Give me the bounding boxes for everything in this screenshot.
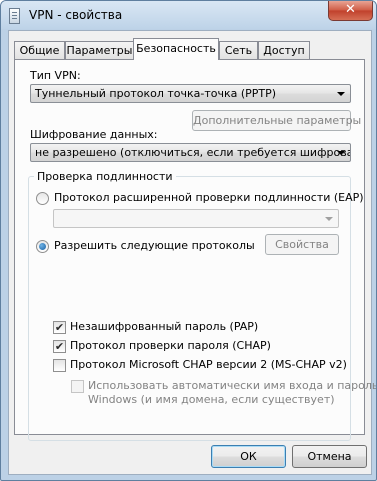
window-title: VPN - свойства	[29, 8, 123, 22]
title-bar[interactable]: VPN - свойства ✕	[1, 1, 376, 29]
encryption-select[interactable]: не разрешено (отключиться, если требуетс…	[30, 143, 351, 162]
chevron-down-icon	[337, 151, 345, 155]
dialog-window: VPN - свойства ✕ Общие Параметры Безопас…	[0, 0, 377, 481]
encryption-value: не разрешено (отключиться, если требуетс…	[35, 146, 351, 159]
eap-method-select[interactable]	[53, 209, 339, 228]
tab-options[interactable]: Параметры	[65, 41, 134, 59]
chevron-down-icon	[325, 217, 333, 221]
properties-button[interactable]: Свойства	[265, 234, 339, 255]
mschap-v2-label[interactable]: Протокол Microsoft CHAP версии 2 (MS-CHA…	[70, 358, 347, 371]
dialog-client-area: Общие Параметры Безопасность Сеть Доступ…	[8, 30, 376, 475]
tab-sharing[interactable]: Доступ	[258, 41, 310, 59]
advanced-settings-button[interactable]: Дополнительные параметры	[192, 110, 361, 131]
pap-label[interactable]: Незашифрованный пароль (PAP)	[70, 320, 258, 333]
eap-radio[interactable]	[36, 192, 49, 205]
vpn-type-select[interactable]: Туннельный протокол точка-точка (PPTP)	[30, 84, 351, 103]
chevron-down-icon	[337, 92, 345, 96]
tab-general[interactable]: Общие	[14, 41, 65, 59]
ok-button[interactable]: ОК	[211, 445, 286, 468]
chap-label[interactable]: Протокол проверки пароля (CHAP)	[70, 339, 271, 352]
close-button[interactable]: ✕	[328, 1, 373, 21]
auto-logon-label-line2: Windows (и имя домена, если существует)	[88, 393, 335, 406]
chap-checkbox[interactable]: ✔	[53, 340, 66, 353]
mschap-v2-checkbox[interactable]	[53, 359, 66, 372]
allow-protocols-radio-label[interactable]: Разрешить следующие протоколы	[54, 239, 255, 252]
tab-network[interactable]: Сеть	[219, 41, 258, 59]
cancel-button[interactable]: Отмена	[292, 445, 367, 468]
tab-security[interactable]: Безопасность	[133, 38, 219, 60]
eap-radio-label[interactable]: Протокол расширенной проверки подлинност…	[54, 191, 364, 204]
vpn-type-value: Туннельный протокол точка-точка (PPTP)	[35, 87, 277, 100]
pap-checkbox[interactable]: ✔	[53, 321, 66, 334]
encryption-label: Шифрование данных:	[30, 128, 158, 141]
vpn-type-label: Тип VPN:	[30, 69, 81, 82]
allow-protocols-radio[interactable]	[36, 240, 49, 253]
vpn-connection-icon	[9, 8, 20, 24]
authentication-group-title: Проверка подлинности	[34, 170, 176, 183]
auto-logon-checkbox[interactable]	[71, 380, 84, 393]
auto-logon-label-line1: Использовать автоматически имя входа и п…	[88, 379, 377, 392]
